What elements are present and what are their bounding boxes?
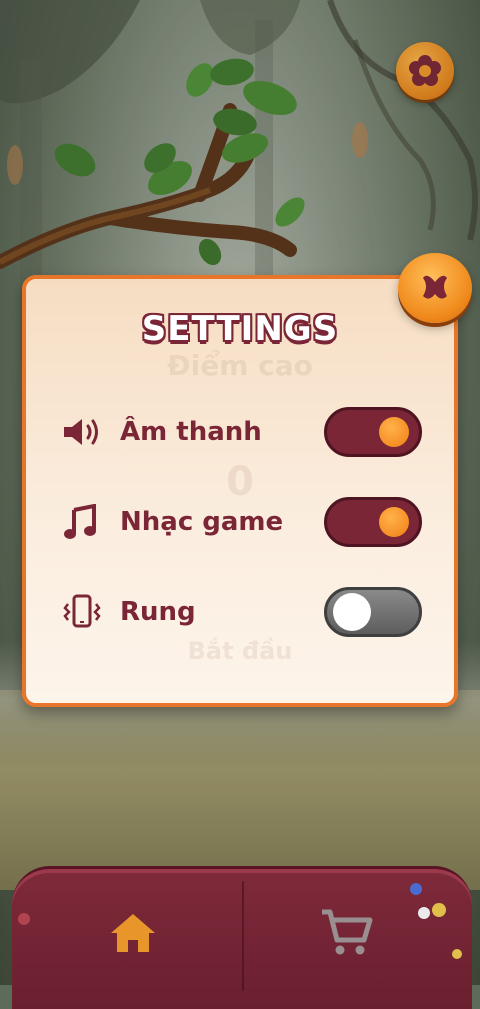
bottom-nav-bar [12, 866, 472, 1009]
music-toggle[interactable] [324, 497, 422, 547]
toggle-knob [379, 417, 409, 447]
music-note-icon [62, 500, 106, 544]
setting-label-music: Nhạc game [120, 507, 284, 537]
close-icon [423, 275, 447, 299]
settings-modal: SETTINGS Điểm cao 0 Bắt đầu Âm thanh Nhạ… [22, 275, 458, 707]
toggle-knob [333, 593, 371, 631]
setting-row-music: Nhạc game [62, 495, 422, 549]
nav-divider [242, 881, 244, 991]
cart-icon [322, 909, 373, 955]
decor-bead [418, 907, 430, 919]
close-button[interactable] [398, 253, 472, 323]
setting-row-vibrate: Rung [62, 585, 422, 639]
vibrate-toggle[interactable] [324, 587, 422, 637]
nav-cart[interactable] [312, 903, 382, 963]
ghost-start-label: Bắt đầu [187, 637, 293, 665]
speaker-icon [62, 410, 106, 454]
ghost-high-score-label: Điểm cao [167, 349, 313, 382]
settings-title: SETTINGS [141, 309, 339, 349]
sound-toggle[interactable] [324, 407, 422, 457]
decor-bead [452, 949, 462, 959]
home-icon [111, 914, 155, 952]
setting-row-sound: Âm thanh [62, 405, 422, 459]
setting-label-sound: Âm thanh [120, 417, 262, 447]
toggle-knob [379, 507, 409, 537]
vibrate-phone-icon [62, 590, 106, 634]
setting-label-vibrate: Rung [120, 597, 196, 627]
nav-home[interactable] [98, 903, 168, 963]
decor-bead [432, 903, 446, 917]
decor-bead [410, 883, 422, 895]
decor-bead [18, 913, 30, 925]
